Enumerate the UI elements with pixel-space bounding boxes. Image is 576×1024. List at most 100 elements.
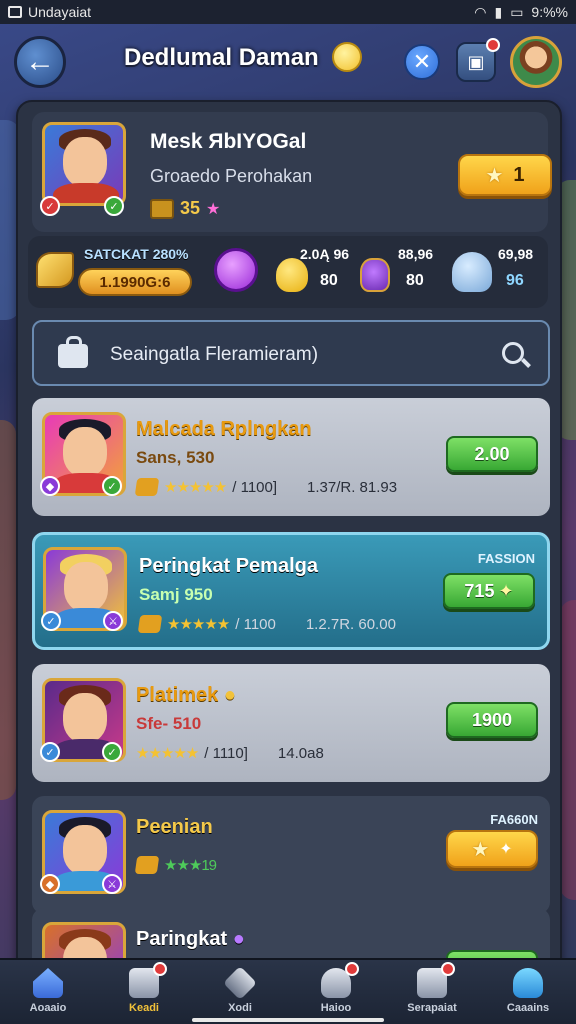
reward-button[interactable]: 1900	[446, 702, 538, 738]
stat-bottom: 80	[406, 272, 424, 289]
player-rating: ★★★★★ / 1100 1.2.7R. 60.00	[137, 615, 396, 633]
profile-card: ✓ ✓ Mesk ЯbIYOGal Groaedo Perohakan 35 ★…	[32, 112, 552, 232]
rating-count: / 1100]	[232, 478, 278, 496]
nav-item-profile[interactable]: Caaains	[480, 960, 576, 1024]
pass-label: FASSION	[477, 551, 535, 566]
player-score: Samj 950	[139, 585, 213, 604]
rating-count: / 1110]	[204, 744, 248, 762]
rating-value: 14.0a8	[277, 744, 324, 762]
stats-label: SATCKAT 280%	[84, 246, 189, 262]
nav-label: Caaains	[506, 1002, 550, 1014]
search-bar[interactable]: Seaingatla Fleramieram)	[32, 320, 550, 386]
signal-icon: ▮	[494, 3, 503, 20]
gem-icon: ●	[232, 928, 245, 950]
wifi-icon: ◠	[474, 3, 487, 20]
pass-label: FA660N	[490, 812, 538, 827]
blob-icon	[276, 258, 308, 292]
leaderboard-panel: ✓ ✓ Mesk ЯbIYOGal Groaedo Perohakan 35 ★…	[16, 100, 562, 980]
nav-item-battle[interactable]: Serapaiat	[384, 960, 480, 1024]
star-icon: ★	[485, 164, 504, 187]
check-icon: ✓	[40, 742, 60, 762]
player-rating: ★★★★★ / 1110] 14.0a8	[136, 744, 324, 763]
chest-icon	[150, 198, 174, 219]
star-icon: ★	[206, 200, 221, 218]
arrow-left-icon: ←	[25, 45, 55, 78]
sparkle-icon: ✦	[499, 841, 513, 858]
player-name: Peenian	[136, 816, 213, 838]
rating-value: 1.37/R. 81.93	[307, 478, 398, 496]
stat-top: 2.0Ą 96	[300, 246, 350, 262]
player-score: Sans, 530	[136, 448, 215, 467]
profile-icon	[513, 968, 543, 998]
inbox-icon: ▣	[467, 51, 485, 72]
player-name: Platimek ●	[136, 684, 236, 707]
gem-icon: ◆	[40, 874, 60, 894]
coin-icon	[332, 42, 362, 72]
player-score: Sfe- 510	[136, 714, 202, 733]
nav-item-team[interactable]: Haioo	[288, 960, 384, 1024]
stats-row: SATCKAT 280% 1.1990G:6 2.0Ą 96 80 88,96 …	[28, 236, 548, 308]
team-icon	[321, 962, 359, 998]
rating-stars: ★★★★★	[136, 745, 199, 762]
emoji-icon: ●	[223, 684, 236, 706]
check-icon: ✓	[102, 742, 122, 762]
nav-item-inventory[interactable]: Xodi	[192, 960, 288, 1024]
rank-action-button[interactable]: ★ 1	[458, 154, 552, 196]
leaderboard-row-highlighted[interactable]: ✓ ⚔ Peringkat Pemalga Samj 950 ★★★★★ / 1…	[32, 532, 550, 650]
player-name: Malcada Rplngkan	[136, 418, 312, 440]
player-rating: ★★★★★ / 1100] 1.37/R. 81.93	[134, 478, 398, 496]
dice-icon	[417, 962, 455, 998]
notification-badge	[486, 38, 500, 52]
leaderboard-row[interactable]: ✓ ✓ Platimek ● Sfe- 510 ★★★★★ / 1110] 14…	[32, 664, 550, 782]
player-rating: ★★★19	[134, 856, 217, 874]
rating-stars: ★★★★★	[164, 479, 227, 496]
background-decoration	[560, 600, 576, 900]
lock-icon	[58, 336, 88, 368]
stat-top: 88,96	[398, 246, 434, 262]
nav-item-shop[interactable]: Keadi	[96, 960, 192, 1024]
player-name: Paringkat ●	[136, 928, 245, 951]
stat-bottom: 80	[320, 272, 338, 289]
reward-button[interactable]: ★ ✦	[446, 830, 538, 868]
bag-icon	[360, 258, 390, 292]
gem-icon: ◆	[40, 476, 60, 496]
leaderboard-row[interactable]: ◆ ✓ Malcada Rplngkan Sans, 530 ★★★★★ / 1…	[32, 398, 550, 516]
home-indicator[interactable]	[192, 1018, 384, 1022]
nav-label: Keadi	[129, 1002, 159, 1014]
cube-icon	[223, 966, 257, 1000]
profile-subtitle: Groaedo Perohakan	[150, 166, 313, 186]
orb-icon	[214, 248, 258, 292]
star-icon: ★	[471, 838, 490, 861]
nav-label: Haioo	[320, 1002, 352, 1014]
sword-icon: ⚔	[103, 611, 123, 631]
rating-value: 1.2.7R. 60.00	[305, 615, 396, 633]
rating-stars: ★★★19	[164, 857, 217, 874]
profile-avatar	[42, 122, 126, 206]
badge-icon	[134, 478, 160, 496]
back-button[interactable]: ←	[14, 36, 66, 88]
status-bar: Undayaiat ◠ ▮ ▭ 9:%%	[0, 0, 576, 24]
battery-icon: ▭	[510, 3, 524, 20]
close-icon: ✕	[412, 49, 432, 74]
notification-badge	[153, 962, 167, 976]
rating-stars: ★★★★★	[167, 616, 230, 633]
stats-banner: 1.1990G:6	[78, 268, 192, 296]
reward-label: 715	[464, 580, 495, 601]
badge-icon	[134, 856, 160, 874]
reward-button[interactable]: 715 ✦	[443, 573, 535, 609]
search-icon[interactable]	[502, 342, 524, 364]
user-avatar[interactable]	[510, 36, 562, 88]
check-icon: ✓	[104, 196, 124, 216]
bottom-nav: Aoaaio Keadi Xodi Haioo Serapaiat Caaain…	[0, 958, 576, 1024]
profile-name: Mesk ЯbIYOGal	[150, 130, 307, 153]
notification-badge	[441, 962, 455, 976]
rank-action-label: 1	[513, 163, 525, 186]
leaderboard-row[interactable]: ◆ ⚔ Peenian ★★★19 FA660N ★ ✦	[32, 796, 550, 914]
inbox-button[interactable]: ▣	[456, 38, 500, 82]
trumpet-icon	[36, 252, 74, 288]
search-input[interactable]: Seaingatla Fleramieram)	[110, 344, 318, 366]
reward-button[interactable]: 2.00	[446, 436, 538, 472]
close-button[interactable]: ✕	[404, 44, 440, 80]
stat-bottom: 96	[506, 272, 524, 289]
nav-item-home[interactable]: Aoaaio	[0, 960, 96, 1024]
